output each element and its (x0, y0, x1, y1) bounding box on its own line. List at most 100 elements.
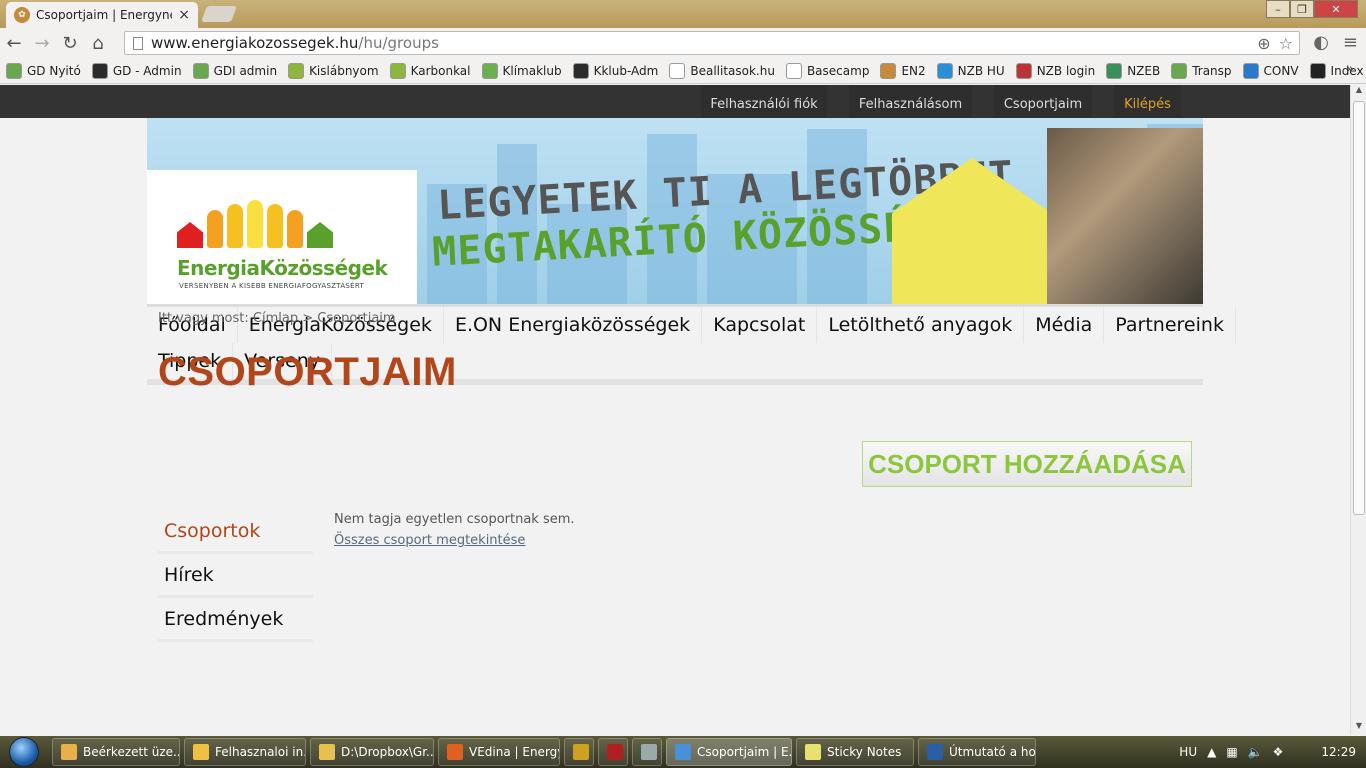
bookmarks-bar: GD Nyitó GD - Admin GDI admin Kislábnyom Kar… (0, 58, 1366, 84)
bookmark-item[interactable]: GD Nyitó (6, 62, 81, 79)
bookmark-item[interactable]: NZB login (1015, 62, 1096, 79)
taskbar-item[interactable]: Felhasznaloi in... (184, 738, 306, 766)
breadcrumb-home-link[interactable]: Címlap (253, 311, 298, 326)
taskbar-item[interactable]: VEdina | Energy... (438, 738, 560, 766)
taskbar-item-label: Csoportjaim | E... (697, 745, 792, 759)
main-nav-item[interactable]: Letölthető anyagok (817, 307, 1025, 343)
add-group-button[interactable]: CSOPORT HOZZÁADÁSA (862, 441, 1192, 487)
windows-start-icon (9, 737, 39, 767)
bookmark-item[interactable]: NZEB (1106, 62, 1160, 79)
breadcrumb-prefix: Itt vagy most: (158, 311, 249, 326)
language-indicator[interactable]: HU (1179, 745, 1197, 759)
zoom-icon[interactable]: ⊕ (1257, 34, 1270, 53)
chrome-menu-icon[interactable]: ≡ (1343, 32, 1358, 53)
browser-tabstrip: ✿ Csoportjaim | Energyneig × – ❐ ✕ (0, 0, 1366, 28)
taskbar-item-label: Útmutató a ho... (949, 745, 1036, 759)
tray-expand-icon[interactable]: ▲ (1207, 745, 1216, 759)
taskbar-item-label: D:\Dropbox\Gr... (341, 745, 434, 759)
clock[interactable]: 12:29 (1321, 745, 1356, 759)
bookmark-favicon-icon (1309, 62, 1326, 79)
bookmarks-overflow-icon[interactable]: » (1346, 62, 1354, 77)
bookmark-label: GD - Admin (112, 63, 182, 78)
taskbar-item-label: Felhasznaloi in... (215, 745, 306, 759)
site-logo[interactable]: EnergiaKözösségek VERSENYBEN A KISEBB EN… (147, 170, 417, 304)
url-path: /hu/groups (358, 34, 439, 52)
side-menu-item[interactable]: Eredmények (158, 598, 313, 642)
forward-arrow-icon[interactable]: → (28, 33, 56, 54)
main-nav-item[interactable]: E.ON Energiaközösségek (443, 307, 703, 343)
bookmark-item[interactable]: Kklub-Adm (572, 62, 658, 79)
bookmark-item[interactable]: Kislábnyom (288, 62, 379, 79)
bookmark-item[interactable]: Beallitasok.hu (669, 62, 775, 79)
scroll-up-icon[interactable]: ▲ (1351, 85, 1366, 99)
bookmark-item[interactable]: CONV (1242, 62, 1299, 79)
bookmark-item[interactable]: Index (1309, 62, 1364, 79)
browser-toolbar: ← → ↻ ⌂ www.energiakozossegek.hu /hu/gro… (0, 28, 1366, 58)
taskbar-app-icon (805, 744, 821, 760)
extension-icon[interactable]: ◐ (1313, 32, 1329, 53)
group-side-menu: Csoportok Hírek Eredmények (158, 510, 313, 642)
windows-taskbar: Beérkezett üze... Felhasznaloi in... D:\Dr… (0, 736, 1366, 768)
taskbar-item[interactable]: D:\Dropbox\Gr... (310, 738, 434, 766)
bookmark-favicon-icon (91, 62, 108, 79)
taskbar-app-icon (447, 744, 463, 760)
back-arrow-icon[interactable]: ← (0, 33, 28, 54)
taskbar-item[interactable]: Beérkezett üze... (52, 738, 180, 766)
window-close-icon[interactable]: ✕ (1314, 0, 1358, 18)
new-tab-button[interactable] (201, 6, 237, 22)
no-groups-message: Nem tagja egyetlen csoportnak sem. (334, 512, 575, 527)
taskbar-app-icon (675, 744, 691, 760)
bookmark-star-icon[interactable]: ☆ (1279, 34, 1293, 53)
bookmark-label: Basecamp (806, 63, 870, 78)
bookmark-item[interactable]: GD - Admin (91, 62, 182, 79)
volume-icon[interactable]: 🔈 (1248, 745, 1263, 759)
taskbar-item[interactable] (564, 738, 594, 766)
bookmark-label: NZB HU (957, 63, 1005, 78)
page-title: CSOPORTJAIM (158, 350, 457, 394)
scroll-thumb[interactable] (1353, 101, 1365, 515)
bookmark-favicon-icon (669, 62, 686, 79)
home-icon[interactable]: ⌂ (84, 33, 112, 54)
bookmark-item[interactable]: GDI admin (192, 62, 278, 79)
main-nav-item[interactable]: Kapcsolat (702, 307, 818, 343)
taskbar-item[interactable] (598, 738, 628, 766)
site-favicon-icon: ✿ (14, 7, 30, 23)
taskbar-item[interactable] (632, 738, 662, 766)
page-scrollbar[interactable]: ▲ ▼ (1350, 85, 1366, 735)
logo-people-icon (177, 200, 333, 248)
reload-icon[interactable]: ↻ (56, 33, 84, 54)
minimize-icon[interactable]: – (1266, 0, 1290, 18)
start-button[interactable] (0, 736, 48, 768)
bookmark-favicon-icon (1106, 62, 1123, 79)
bookmark-item[interactable]: EN2 (880, 62, 926, 79)
bookmark-label: Karbonkal (410, 63, 471, 78)
bookmark-label: NZB login (1036, 63, 1096, 78)
main-nav-item[interactable]: Partnereink (1104, 307, 1236, 343)
browser-tab-active[interactable]: ✿ Csoportjaim | Energyneig × (6, 2, 198, 28)
bookmark-favicon-icon (936, 62, 953, 79)
bookmark-item[interactable]: Basecamp (785, 62, 870, 79)
taskbar-item[interactable]: Sticky Notes (796, 738, 914, 766)
header-banner: EnergiaKözösségek VERSENYBEN A KISEBB EN… (147, 118, 1203, 304)
address-bar[interactable]: www.energiakozossegek.hu /hu/groups ⊕ ☆ (124, 31, 1300, 55)
maximize-icon[interactable]: ❐ (1290, 0, 1314, 18)
side-menu-item[interactable]: Hírek (158, 554, 313, 598)
network-icon[interactable]: ▦ (1226, 745, 1237, 759)
bookmark-item[interactable]: Klímaklub (481, 62, 562, 79)
taskbar-item[interactable]: Csoportjaim | E... (666, 738, 792, 766)
community-photo (1047, 128, 1203, 304)
tab-close-icon[interactable]: × (178, 7, 190, 23)
bookmark-item[interactable]: Transp (1171, 62, 1232, 79)
scroll-down-icon[interactable]: ▼ (1351, 721, 1366, 735)
bookmark-favicon-icon (192, 62, 209, 79)
breadcrumb: Itt vagy most: Címlap > Csoportjaim (158, 311, 396, 326)
dropbox-icon[interactable]: ❖ (1273, 745, 1284, 759)
bookmark-label: Beallitasok.hu (690, 63, 775, 78)
bookmark-item[interactable]: NZB HU (936, 62, 1005, 79)
bookmark-item[interactable]: Karbonkal (389, 62, 471, 79)
main-nav-item[interactable]: Média (1024, 307, 1105, 343)
side-menu-item[interactable]: Csoportok (158, 510, 313, 554)
taskbar-item[interactable]: Útmutató a ho... (918, 738, 1036, 766)
bookmark-label: GDI admin (213, 63, 278, 78)
all-groups-link[interactable]: Összes csoport megtekintése (334, 533, 525, 548)
